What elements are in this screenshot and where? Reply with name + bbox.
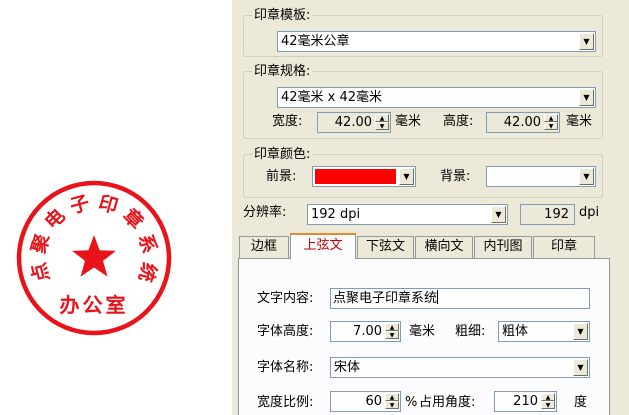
font-height-unit: 毫米 bbox=[409, 324, 436, 339]
color-group: 印章颜色: 前景: ▼ 背景: ▼ bbox=[243, 147, 603, 198]
chevron-down-icon[interactable]: ▼ bbox=[579, 89, 594, 106]
stamp-arc-char: 章 bbox=[118, 204, 148, 234]
spec-height-label: 高度: bbox=[443, 114, 474, 129]
angle-value: 210 bbox=[513, 394, 538, 409]
text-content-value: 点聚电子印章系统 bbox=[333, 291, 438, 306]
tab-horizontal-text[interactable]: 横向文 bbox=[415, 236, 473, 258]
chevron-down-icon[interactable]: ▼ bbox=[573, 359, 588, 376]
chevron-down-icon[interactable]: ▼ bbox=[573, 323, 588, 340]
tab-border[interactable]: 边框 bbox=[239, 236, 289, 258]
stamp-arc-char: 统 bbox=[134, 260, 161, 284]
spec-group: 印章规格: 42毫米 x 42毫米 ▼ 宽度: 42.00 ▲ ▼ 毫米 高度: … bbox=[243, 64, 603, 139]
width-ratio-unit: % bbox=[405, 395, 418, 410]
angle-label: 占用角度: bbox=[419, 395, 476, 410]
text-content-input[interactable]: 点聚电子印章系统 bbox=[330, 288, 590, 309]
foreground-color-select[interactable]: ▼ bbox=[312, 166, 416, 187]
width-ratio-value: 60 bbox=[365, 394, 382, 409]
template-select-value: 42毫米公章 bbox=[281, 34, 350, 49]
resolution-select-value: 192 dpi bbox=[311, 207, 361, 222]
chevron-down-icon[interactable]: ▼ bbox=[579, 168, 594, 185]
spinner-arrows-icon[interactable]: ▲ ▼ bbox=[385, 393, 399, 410]
font-weight-value: 粗体 bbox=[502, 324, 529, 339]
text-caret bbox=[437, 290, 439, 304]
angle-unit: 度 bbox=[574, 395, 588, 410]
tab-upper-arc-text[interactable]: 上弦文 bbox=[290, 233, 356, 259]
template-select[interactable]: 42毫米公章 ▼ bbox=[277, 31, 596, 52]
resolution-unit: dpi bbox=[579, 205, 600, 220]
resolution-select[interactable]: 192 dpi ▼ bbox=[307, 204, 508, 225]
font-name-value: 宋体 bbox=[334, 360, 361, 375]
resolution-number: 192 bbox=[544, 207, 569, 222]
width-ratio-spinner[interactable]: 60 ▲ ▼ bbox=[330, 391, 401, 412]
stamp-image: 点聚电子 印章系统 办公室 bbox=[16, 180, 172, 336]
spec-height-spinner[interactable]: 42.00 ▲ ▼ bbox=[486, 112, 560, 133]
foreground-label: 前景: bbox=[266, 169, 297, 184]
stamp-arc-char: 电 bbox=[40, 204, 70, 234]
weight-label: 粗细: bbox=[455, 324, 486, 339]
font-height-label: 字体高度: bbox=[257, 324, 314, 339]
resolution-number-box: 192 bbox=[520, 204, 575, 225]
font-height-value: 7.00 bbox=[353, 324, 382, 339]
angle-spinner[interactable]: 210 ▲ ▼ bbox=[494, 391, 557, 412]
spinner-arrows-icon[interactable]: ▲ ▼ bbox=[544, 114, 558, 131]
font-height-spinner[interactable]: 7.00 ▲ ▼ bbox=[330, 321, 401, 342]
background-label: 背景: bbox=[440, 169, 471, 184]
font-name-select[interactable]: 宋体 ▼ bbox=[330, 357, 590, 378]
tab-stamp[interactable]: 印章 bbox=[533, 236, 595, 258]
spec-select[interactable]: 42毫米 x 42毫米 ▼ bbox=[277, 87, 596, 108]
chevron-down-icon[interactable]: ▼ bbox=[491, 206, 506, 223]
spec-width-spinner[interactable]: 42.00 ▲ ▼ bbox=[317, 112, 391, 133]
spec-height-value: 42.00 bbox=[503, 115, 541, 130]
stamp-arc-char: 聚 bbox=[28, 231, 55, 257]
resolution-label: 分辨率: bbox=[243, 205, 287, 220]
stamp-arc-char: 点 bbox=[28, 260, 54, 284]
upper-text-tab-page: 文字内容: 点聚电子印章系统 字体高度: 7.00 ▲ ▼ 毫米 粗细: 粗体 ▼… bbox=[238, 258, 610, 415]
chevron-down-icon[interactable]: ▼ bbox=[399, 168, 414, 185]
stamp-arc-char: 系 bbox=[134, 232, 160, 256]
spec-group-title: 印章规格: bbox=[252, 64, 313, 79]
spec-width-unit: 毫米 bbox=[395, 114, 422, 129]
spinner-arrows-icon[interactable]: ▲ ▼ bbox=[541, 393, 555, 410]
foreground-color-swatch bbox=[315, 169, 396, 184]
background-color-select[interactable]: ▼ bbox=[486, 166, 596, 187]
spec-select-value: 42毫米 x 42毫米 bbox=[281, 90, 383, 105]
spinner-arrows-icon[interactable]: ▲ ▼ bbox=[375, 114, 389, 131]
stamp-arc-char: 印 bbox=[96, 192, 120, 218]
spinner-arrows-icon[interactable]: ▲ ▼ bbox=[385, 323, 399, 340]
spec-width-value: 42.00 bbox=[334, 115, 372, 130]
stamp-preview: 点聚电子印章系统 办公室 bbox=[0, 0, 232, 415]
tab-inner-image[interactable]: 内刊图 bbox=[474, 236, 532, 258]
font-weight-select[interactable]: 粗体 ▼ bbox=[498, 321, 590, 342]
width-ratio-label: 宽度比例: bbox=[257, 395, 314, 410]
background-color-swatch bbox=[489, 169, 576, 184]
tab-lower-arc-text[interactable]: 下弦文 bbox=[357, 236, 414, 258]
content-label: 文字内容: bbox=[257, 291, 314, 306]
font-name-label: 字体名称: bbox=[257, 360, 314, 375]
color-group-title: 印章颜色: bbox=[252, 147, 313, 162]
stamp-bottom-text: 办公室 bbox=[60, 293, 129, 317]
spec-width-label: 宽度: bbox=[272, 114, 303, 129]
chevron-down-icon[interactable]: ▼ bbox=[579, 33, 594, 50]
template-group: 印章模板: 42毫米公章 ▼ bbox=[243, 8, 603, 57]
stamp-star-icon bbox=[72, 235, 116, 277]
spec-height-unit: 毫米 bbox=[566, 114, 593, 129]
template-group-title: 印章模板: bbox=[252, 8, 313, 23]
stamp-arc-char: 子 bbox=[68, 192, 92, 218]
